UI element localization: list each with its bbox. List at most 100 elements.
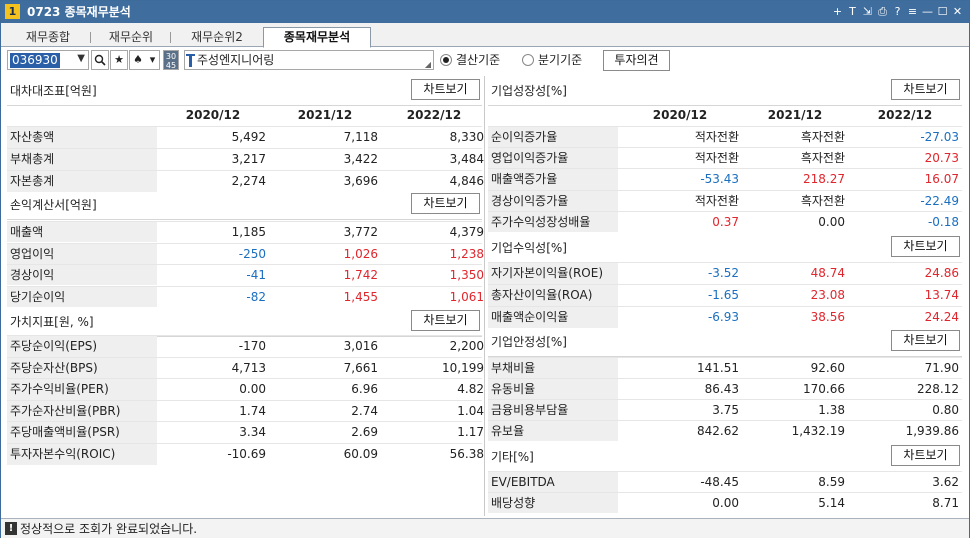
table-cell: -170 — [238, 339, 266, 353]
chart-view-button[interactable]: 차트보기 — [411, 193, 480, 214]
warning-icon: ! — [5, 522, 17, 535]
company-name: 주성엔지니어링 — [197, 53, 275, 67]
row-label: 순이익증가율 — [488, 127, 618, 148]
table-cell: 흑자전환 — [800, 151, 845, 166]
table-cell: 1.74 — [239, 403, 266, 418]
table-cell: 3,016 — [343, 339, 378, 353]
table-cell: 0.00 — [239, 382, 266, 397]
invest-opinion-button[interactable]: 투자의견 — [603, 50, 670, 71]
table-cell: 8.59 — [818, 475, 845, 489]
tab-financial-summary[interactable]: 재무종합 — [9, 28, 87, 47]
table-cell: -1.65 — [707, 288, 739, 302]
row-label: 주당매출액비율(PSR) — [7, 422, 157, 443]
table-cell: 1.04 — [457, 403, 484, 418]
table-cell: -10.69 — [227, 447, 266, 461]
chart-view-button[interactable]: 차트보기 — [411, 79, 480, 100]
row-label: 자산총액 — [7, 127, 157, 148]
chart-view-button[interactable]: 차트보기 — [891, 79, 960, 100]
help-icon[interactable]: ? — [890, 3, 905, 21]
pin-icon-stem — [189, 54, 192, 67]
row-label: 경상이익 — [7, 265, 157, 285]
table-cell: 4,379 — [449, 225, 484, 239]
spade-icon[interactable]: ♠ — [129, 50, 147, 70]
dropdown-icon[interactable]: ▾ — [146, 50, 160, 70]
table-cell: 10,199 — [442, 360, 484, 375]
radio-quarter-basis[interactable] — [522, 54, 534, 66]
table-cell: -6.93 — [707, 310, 739, 324]
table-cell: 0.00 — [712, 496, 739, 510]
text-icon[interactable]: T — [845, 3, 860, 21]
table-cell: 24.86 — [924, 266, 959, 280]
table-cell: 228.12 — [917, 382, 959, 396]
menu-icon[interactable]: ≡ — [905, 3, 920, 21]
row-label: 투자자본수익(ROIC) — [7, 444, 157, 465]
company-name-field[interactable]: 주성엔지니어링 ◢ — [184, 50, 434, 70]
period-toggle-icon[interactable]: 30 45 — [163, 50, 179, 70]
chart-view-button[interactable]: 차트보기 — [891, 445, 960, 466]
table-cell: -3.52 — [707, 266, 739, 280]
add-icon[interactable]: + — [830, 3, 845, 21]
table-cell: 적자전환 — [694, 193, 739, 208]
section-title: 기업수익성[%] — [491, 241, 567, 255]
table-cell: 0.80 — [932, 403, 959, 417]
table-cell: -82 — [246, 290, 266, 304]
window-controls: + T ⇲ ⎙ ? ≡ — ☐ ✕ — [830, 3, 965, 21]
app-window: 1 0723 종목재무분석 + T ⇲ ⎙ ? ≡ — ☐ ✕ 재무종합 재무순… — [0, 0, 970, 538]
section-title: 기타[%] — [491, 450, 534, 464]
row-label: 매출액순이익율 — [488, 307, 618, 328]
resize-icon[interactable]: ⇲ — [860, 3, 875, 21]
column-header-year: 2020/12 — [652, 108, 708, 122]
row-label: 금융비용부담율 — [488, 400, 618, 420]
chart-view-button[interactable]: 차트보기 — [411, 310, 480, 331]
stock-code-value: 036930 — [10, 53, 60, 68]
table-cell: 5,492 — [231, 130, 266, 144]
table-cell: 2.74 — [351, 403, 378, 418]
window-title: 0723 종목재무분석 — [27, 5, 131, 19]
table-cell: 2,274 — [231, 174, 266, 188]
table-cell: 5.14 — [818, 496, 845, 510]
divider-line — [7, 219, 482, 220]
tab-financial-rank2[interactable]: 재무순위2 — [175, 28, 259, 47]
table-cell: -27.03 — [920, 130, 959, 144]
radio-settle-label[interactable]: 결산기준 — [456, 52, 500, 68]
print-icon[interactable]: ⎙ — [875, 3, 890, 21]
chevron-down-icon[interactable]: ▼ — [77, 53, 85, 64]
chart-view-button[interactable]: 차트보기 — [891, 236, 960, 257]
table-cell: 6.96 — [351, 382, 378, 397]
radio-settle-basis[interactable] — [440, 54, 452, 66]
table-cell: 적자전환 — [694, 151, 739, 166]
table-cell: 3,696 — [343, 174, 378, 188]
table-cell: 1,026 — [343, 247, 378, 261]
table-cell: 3,484 — [449, 152, 484, 166]
star-icon[interactable]: ★ — [110, 50, 128, 70]
maximize-icon[interactable]: ☐ — [935, 3, 950, 21]
stock-code-combobox[interactable]: 036930 ▼ — [7, 50, 89, 70]
section-title: 손익계산서[억원] — [10, 198, 97, 212]
row-label: 주가수익성장성배율 — [488, 211, 618, 232]
row-label: 유동비율 — [488, 379, 618, 399]
table-cell: 3,422 — [343, 152, 378, 166]
table-cell: 1,432.19 — [791, 424, 845, 438]
tab-financial-rank[interactable]: 재무순위 — [95, 28, 167, 47]
close-icon[interactable]: ✕ — [950, 3, 965, 21]
radio-quarter-label[interactable]: 분기기준 — [538, 52, 582, 68]
row-label: 주가순자산비율(PBR) — [7, 400, 157, 422]
table-cell: 7,661 — [343, 360, 378, 375]
tab-bar: 재무종합 재무순위 재무순위2 종목재무분석 — [1, 23, 969, 48]
title-bar: 1 0723 종목재무분석 + T ⇲ ⎙ ? ≡ — ☐ ✕ — [1, 1, 969, 23]
table-cell: 7,118 — [343, 130, 378, 144]
tab-stock-financial-analysis[interactable]: 종목재무분석 — [263, 27, 371, 48]
table-cell: -53.43 — [700, 172, 739, 187]
row-label: 주당순이익(EPS) — [7, 336, 157, 357]
table-cell: 적자전환 — [694, 130, 739, 144]
table-cell: 1.38 — [818, 403, 845, 417]
chart-view-button[interactable]: 차트보기 — [891, 330, 960, 351]
table-cell: 흑자전환 — [800, 130, 845, 144]
table-cell: -41 — [246, 268, 266, 282]
status-message: 정상적으로 조회가 완료되었습니다. — [20, 522, 198, 536]
table-cell: 38.56 — [810, 310, 845, 324]
row-label: 배당성향 — [488, 493, 618, 513]
section-title: 가치지표[원, %] — [10, 315, 94, 329]
minimize-icon[interactable]: — — [920, 3, 935, 21]
search-icon[interactable] — [91, 50, 109, 70]
